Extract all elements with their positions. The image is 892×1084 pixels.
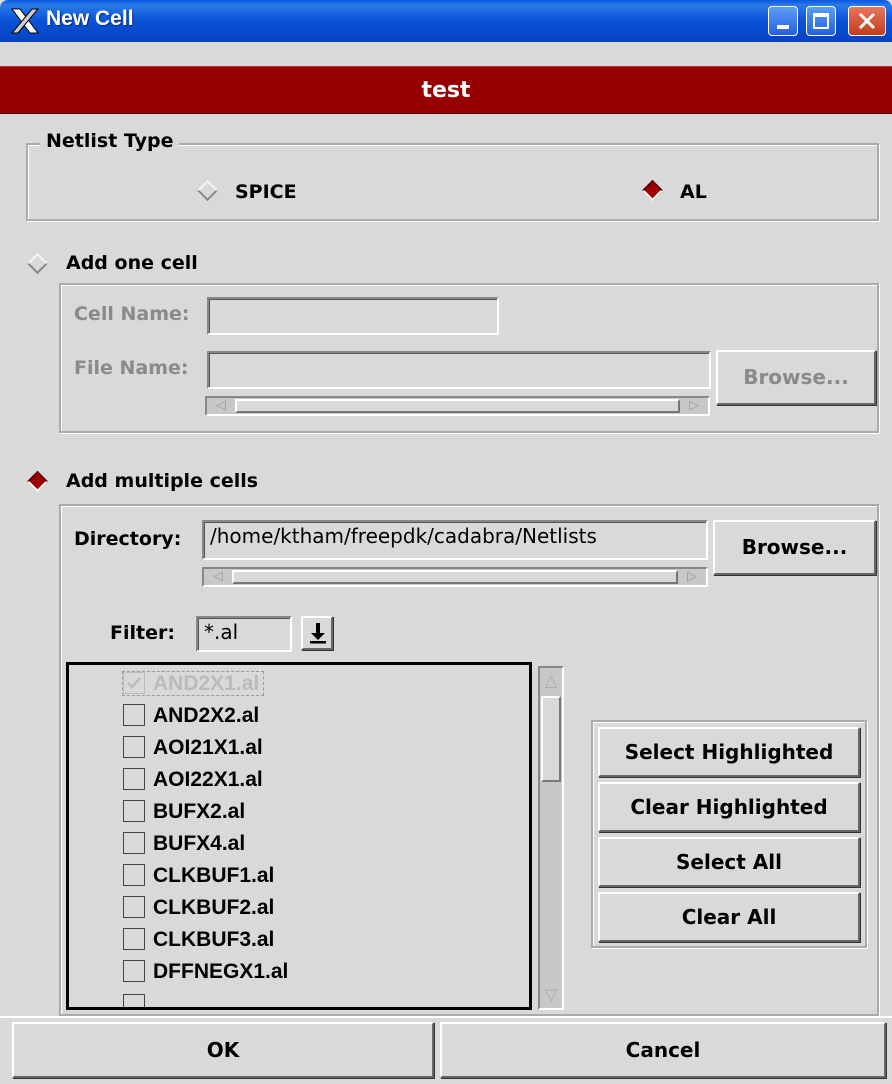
file-list-item[interactable]: AOI22X1.al	[123, 765, 263, 795]
file-name: AND2X1.al	[153, 672, 260, 695]
file-name: CLKBUF2.al	[153, 896, 275, 919]
scroll-left-icon[interactable]: ◁	[206, 570, 230, 584]
file-list-item[interactable]: AOI21X1.al	[123, 733, 263, 763]
scroll-right-icon[interactable]: ▷	[682, 399, 706, 413]
select-all-button[interactable]: Select All	[598, 837, 860, 887]
ok-button[interactable]: OK	[12, 1022, 434, 1078]
file-list-scroll-thumb[interactable]	[541, 696, 561, 782]
file-name: BUFX4.al	[153, 832, 246, 855]
netlist-type-group	[26, 143, 879, 221]
file-list-item[interactable]: CLKBUF3.al	[123, 925, 274, 955]
netlist-type-legend: Netlist Type	[40, 130, 180, 152]
file-checkbox[interactable]	[123, 928, 145, 950]
file-name: AOI22X1.al	[153, 768, 263, 791]
file-checkbox[interactable]	[123, 960, 145, 982]
spice-label: SPICE	[235, 181, 297, 203]
minimize-button[interactable]	[768, 6, 798, 36]
select-highlighted-button[interactable]: Select Highlighted	[598, 727, 860, 777]
file-name-input[interactable]	[207, 351, 711, 389]
al-label: AL	[680, 181, 707, 203]
maximize-icon	[813, 13, 829, 29]
browse-file-button[interactable]: Browse...	[716, 350, 876, 405]
scroll-down-icon[interactable]: ▽	[541, 984, 561, 1006]
file-checkbox[interactable]	[123, 704, 145, 726]
browse-directory-button[interactable]: Browse...	[713, 520, 876, 575]
filter-input[interactable]: *.al	[196, 616, 292, 652]
file-checkbox[interactable]	[123, 994, 145, 1007]
file-name-label: File Name:	[74, 357, 189, 379]
filter-label: Filter:	[110, 622, 175, 644]
file-list-item-partial[interactable]	[123, 991, 153, 1007]
file-checkbox[interactable]	[123, 864, 145, 886]
file-checkbox[interactable]	[123, 800, 145, 822]
window-titlebar[interactable]: New Cell	[0, 0, 892, 42]
scroll-up-icon[interactable]: △	[541, 670, 561, 692]
file-checkbox[interactable]	[123, 672, 145, 694]
directory-input[interactable]: /home/ktham/freepdk/cadabra/Netlists	[202, 520, 708, 560]
file-list-item[interactable]: CLKBUF1.al	[123, 861, 274, 891]
maximize-button[interactable]	[806, 6, 836, 36]
add-one-cell-label: Add one cell	[66, 252, 198, 274]
cell-name-input[interactable]	[207, 297, 499, 335]
cell-library-header: test	[0, 66, 892, 114]
file-name: AND2X2.al	[153, 704, 260, 727]
arrow-down-icon	[310, 623, 326, 644]
file-list-item[interactable]: BUFX4.al	[123, 829, 245, 859]
file-name-hscroll[interactable]: ◁ ▷	[205, 396, 710, 416]
checkmark-icon	[127, 677, 141, 689]
directory-scroll-thumb[interactable]	[232, 570, 678, 584]
directory-hscroll[interactable]: ◁ ▷	[202, 567, 708, 587]
directory-label: Directory:	[74, 528, 182, 550]
file-checkbox[interactable]	[123, 832, 145, 854]
close-icon	[858, 12, 876, 30]
file-name: DFFNEGX1.al	[153, 960, 289, 983]
minimize-icon	[777, 25, 789, 29]
file-checkbox[interactable]	[123, 736, 145, 758]
file-list-item[interactable]: CLKBUF2.al	[123, 893, 274, 923]
file-checkbox[interactable]	[123, 768, 145, 790]
add-multiple-cells-radio[interactable]: Add multiple cells	[26, 468, 346, 494]
add-one-cell-radio[interactable]: Add one cell	[26, 250, 326, 276]
scroll-left-icon[interactable]: ◁	[209, 399, 233, 413]
close-button[interactable]	[848, 6, 886, 36]
clear-highlighted-button[interactable]: Clear Highlighted	[598, 782, 860, 832]
window-title: New Cell	[46, 7, 134, 30]
file-list-vscroll[interactable]: △ ▽	[538, 666, 564, 1010]
file-name: BUFX2.al	[153, 800, 246, 823]
cell-name-label: Cell Name:	[74, 303, 190, 325]
add-multiple-cells-diamond	[26, 470, 49, 493]
file-name: AOI21X1.al	[153, 736, 263, 759]
file-name: CLKBUF1.al	[153, 864, 275, 887]
filter-apply-button[interactable]	[301, 616, 333, 650]
add-one-cell-diamond	[26, 252, 49, 275]
file-list-item-and2x1[interactable]: AND2X1.al	[121, 669, 265, 699]
file-list-item[interactable]: AND2X2.al	[123, 701, 259, 731]
file-name: CLKBUF3.al	[153, 928, 275, 951]
clear-all-button[interactable]: Clear All	[598, 892, 860, 942]
cell-file-list[interactable]: AND2X1.al AND2X2.al AOI21X1.al AOI22X1.a…	[66, 662, 532, 1010]
x-window-icon	[10, 8, 40, 34]
file-checkbox[interactable]	[123, 896, 145, 918]
scroll-right-icon[interactable]: ▷	[680, 570, 704, 584]
file-list-item[interactable]: DFFNEGX1.al	[123, 957, 288, 987]
add-multiple-cells-label: Add multiple cells	[66, 470, 259, 492]
file-list-item[interactable]: BUFX2.al	[123, 797, 245, 827]
file-name-scroll-thumb[interactable]	[235, 399, 680, 413]
cancel-button[interactable]: Cancel	[440, 1022, 886, 1078]
